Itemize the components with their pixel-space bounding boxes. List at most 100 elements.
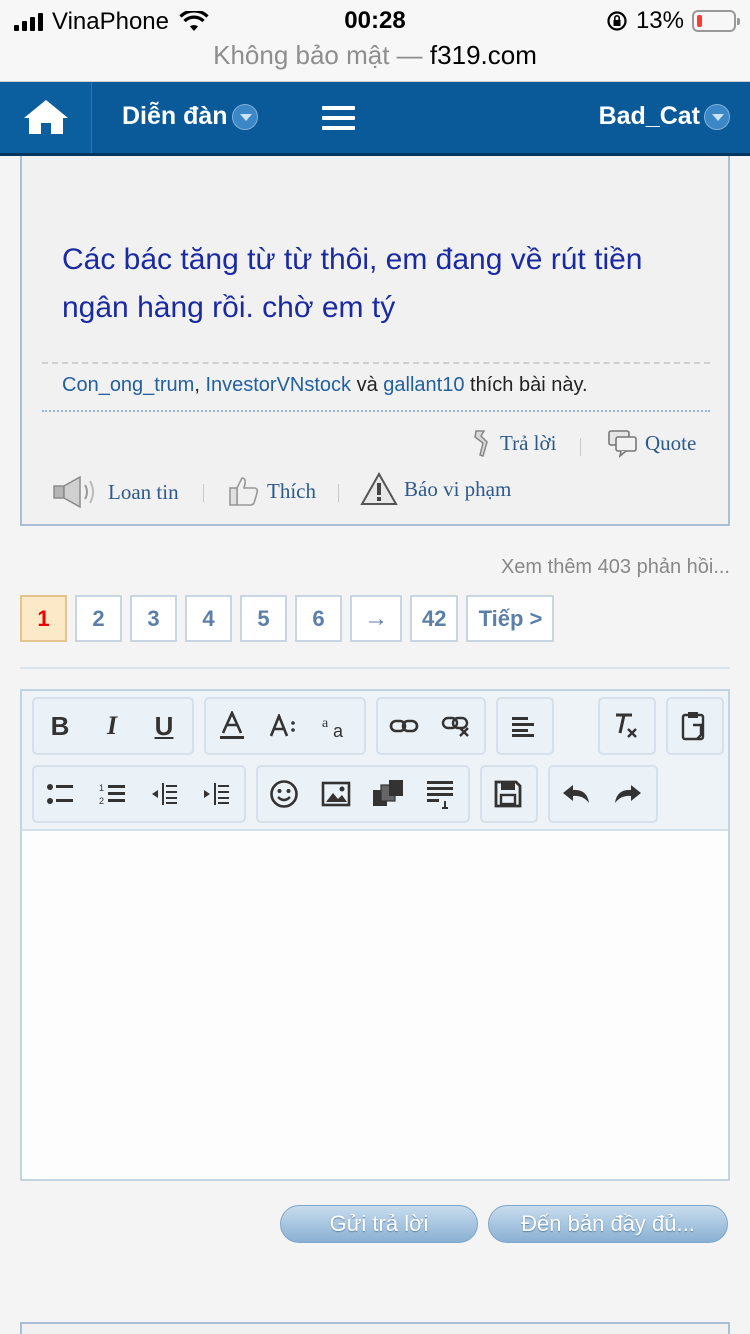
pagination: 1 2 3 4 5 6 → 42 Tiếp > bbox=[20, 595, 555, 642]
thumbs-up-icon bbox=[229, 477, 259, 506]
unlink-icon bbox=[441, 716, 469, 737]
like-button[interactable]: Thích bbox=[227, 474, 316, 508]
outdent-icon bbox=[152, 783, 177, 805]
bold-button[interactable]: B bbox=[34, 699, 86, 753]
clipboard-icon bbox=[681, 712, 705, 741]
link-button[interactable] bbox=[378, 699, 430, 753]
smiley-icon bbox=[270, 780, 298, 808]
reply-button[interactable]: Trả lời bbox=[472, 428, 556, 458]
likes-comma: , bbox=[194, 374, 200, 396]
quote-icon bbox=[608, 430, 637, 458]
svg-text:a: a bbox=[333, 721, 344, 739]
reply-editor: B I U aa 1 2 bbox=[20, 689, 730, 1181]
username: Bad_Cat bbox=[598, 102, 700, 130]
media-button[interactable] bbox=[362, 767, 414, 821]
align-button[interactable] bbox=[498, 699, 550, 753]
orientation-lock-icon bbox=[607, 11, 627, 31]
svg-text:2: 2 bbox=[99, 796, 104, 806]
remove-format-button[interactable] bbox=[600, 699, 652, 753]
page-link[interactable]: 6 bbox=[295, 595, 342, 642]
likes-suffix: thích bài này. bbox=[470, 374, 588, 396]
font-size-button[interactable] bbox=[258, 699, 310, 753]
numbered-list-button[interactable]: 12 bbox=[86, 767, 138, 821]
save-draft-button[interactable] bbox=[482, 767, 534, 821]
image-button[interactable] bbox=[310, 767, 362, 821]
battery-percent: 13% bbox=[635, 7, 684, 34]
post-container: Các bác tăng từ từ thôi, em đang về rút … bbox=[20, 156, 730, 526]
bullet-list-icon bbox=[47, 784, 73, 804]
underline-button[interactable]: U bbox=[138, 699, 190, 753]
next-page-link[interactable]: Tiếp > bbox=[466, 595, 555, 642]
page-link-last[interactable]: 42 bbox=[410, 595, 459, 642]
quote-label: Quote bbox=[645, 430, 697, 455]
numbered-list-icon: 12 bbox=[99, 783, 125, 806]
svg-text:a: a bbox=[322, 716, 329, 731]
more-replies-link[interactable]: Xem thêm 403 phản hồi... bbox=[501, 556, 730, 579]
italic-icon: I bbox=[106, 711, 118, 740]
undo-icon bbox=[563, 785, 589, 803]
reply-icon bbox=[474, 430, 488, 457]
likes-and: và bbox=[356, 374, 378, 396]
page-jump-arrow[interactable]: → bbox=[350, 595, 402, 642]
chevron-down-icon bbox=[231, 103, 258, 130]
font-family-button[interactable]: aa bbox=[310, 699, 362, 753]
undo-button[interactable] bbox=[550, 767, 602, 821]
page-link[interactable]: 4 bbox=[185, 595, 232, 642]
redo-icon bbox=[615, 785, 641, 803]
divider bbox=[20, 667, 730, 669]
quote-button[interactable]: Quote bbox=[607, 428, 696, 458]
liker-link[interactable]: gallant10 bbox=[383, 374, 464, 396]
share-label: Loan tin bbox=[108, 479, 179, 504]
page-link-current[interactable]: 1 bbox=[20, 595, 67, 642]
unlink-button[interactable] bbox=[430, 699, 482, 753]
chevron-down-icon bbox=[704, 103, 730, 130]
page-link[interactable]: 2 bbox=[75, 595, 122, 642]
share-button[interactable]: Loan tin bbox=[52, 474, 179, 510]
liker-link[interactable]: Con_ong_trum bbox=[62, 374, 194, 396]
svg-text:1: 1 bbox=[99, 783, 104, 793]
home-icon bbox=[24, 100, 68, 134]
megaphone-icon bbox=[53, 475, 94, 509]
redo-button[interactable] bbox=[602, 767, 654, 821]
editor-toolbar: B I U aa 1 2 bbox=[22, 691, 728, 831]
image-icon bbox=[321, 781, 351, 807]
link-icon bbox=[389, 719, 419, 733]
url-domain: f319.com bbox=[429, 40, 537, 70]
forum-menu[interactable]: Diễn đàn bbox=[122, 102, 258, 131]
italic-button[interactable]: I bbox=[86, 699, 138, 753]
page-link[interactable]: 3 bbox=[130, 595, 177, 642]
editor-actions: Gửi trả lời Đến bản đầy đủ... bbox=[280, 1205, 728, 1243]
user-menu[interactable]: Bad_Cat bbox=[599, 102, 730, 131]
forum-label: Diễn đàn bbox=[122, 102, 228, 130]
page-link[interactable]: 5 bbox=[240, 595, 287, 642]
underline-icon: U bbox=[154, 710, 174, 741]
outdent-button[interactable] bbox=[138, 767, 190, 821]
url-bar[interactable]: Không bảo mật — f319.com bbox=[0, 40, 750, 82]
indent-icon bbox=[204, 783, 229, 805]
remove-format-icon bbox=[616, 713, 637, 738]
smilie-button[interactable] bbox=[258, 767, 310, 821]
site-navbar: Diễn đàn Bad_Cat bbox=[0, 82, 750, 156]
home-button[interactable] bbox=[0, 82, 92, 153]
post-message: Các bác tăng từ từ thôi, em đang về rút … bbox=[62, 243, 643, 324]
message-textarea[interactable] bbox=[22, 831, 728, 1179]
divider bbox=[42, 362, 710, 364]
hamburger-menu-icon[interactable] bbox=[322, 106, 355, 130]
divider bbox=[42, 410, 710, 412]
submit-reply-button[interactable]: Gửi trả lời bbox=[280, 1205, 478, 1243]
indent-button[interactable] bbox=[190, 767, 242, 821]
code-button[interactable] bbox=[414, 767, 466, 821]
bullet-list-button[interactable] bbox=[34, 767, 86, 821]
like-label: Thích bbox=[267, 478, 316, 503]
media-icon bbox=[373, 780, 403, 806]
reply-label: Trả lời bbox=[500, 430, 557, 455]
liker-link[interactable]: InvestorVNstock bbox=[205, 374, 351, 396]
full-editor-button[interactable]: Đến bản đầy đủ... bbox=[488, 1205, 728, 1243]
code-icon bbox=[427, 781, 453, 809]
battery-icon bbox=[692, 10, 740, 32]
report-button[interactable]: Báo vi phạm bbox=[360, 472, 511, 506]
font-color-button[interactable] bbox=[206, 699, 258, 753]
next-post-container bbox=[20, 1322, 730, 1334]
status-bar: VinaPhone 00:28 13% bbox=[0, 0, 750, 40]
paste-text-button[interactable] bbox=[668, 699, 720, 753]
